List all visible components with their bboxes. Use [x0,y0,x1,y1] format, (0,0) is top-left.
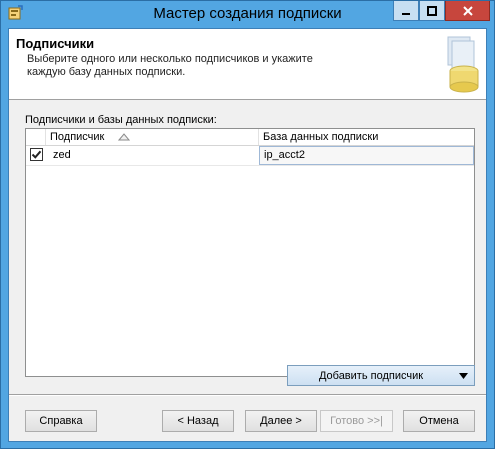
title-bar[interactable]: Мастер создания подписки [1,1,494,27]
page-description: Выберите одного или несколько подписчико… [27,53,313,78]
next-button[interactable]: Далее > [245,410,317,432]
maximize-icon [427,5,437,16]
checkmark-icon [31,150,42,159]
minimize-button[interactable] [393,1,419,21]
column-header-database-label: База данных подписки [263,131,379,143]
footer-divider [9,394,486,396]
wizard-header: Подписчики Выберите одного или несколько… [9,29,486,100]
column-header-subscriber-label: Подписчик [50,131,105,143]
page-title: Подписчики [16,36,95,51]
add-subscriber-label: Добавить подписчик [318,370,424,382]
grid-header: Подписчик База данных подписки [26,129,474,146]
database-cell[interactable]: ip_acct2 [259,146,474,165]
wizard-window: Мастер создания подписки Подписчики Выбе… [0,0,495,449]
minimize-icon [402,12,410,15]
maximize-button[interactable] [419,1,445,21]
column-header-check[interactable] [26,129,46,145]
cancel-button[interactable]: Отмена [403,410,475,432]
wizard-body: Подписчики Выберите одного или несколько… [8,28,487,442]
help-button[interactable]: Справка [25,410,97,432]
close-button[interactable] [445,1,490,21]
table-row[interactable]: zed ip_acct2 [26,146,474,166]
subscribers-grid[interactable]: Подписчик База данных подписки zed ip_ac… [25,128,475,377]
subscriber-checkbox[interactable] [30,148,43,161]
sort-ascending-icon [118,133,130,141]
column-header-subscriber[interactable]: Подписчик [46,129,259,145]
finish-button[interactable]: Готово >>| [320,410,393,432]
add-subscriber-button[interactable]: Добавить подписчик [287,365,475,386]
chevron-down-icon[interactable] [459,373,468,379]
subscribers-label: Подписчики и базы данных подписки: [25,114,217,126]
close-icon [462,5,473,16]
back-button[interactable]: < Назад [162,410,234,432]
subscriber-cell: zed [53,149,71,161]
database-subscription-icon [447,36,479,93]
database-cell-value: ip_acct2 [264,149,305,161]
column-header-database[interactable]: База данных подписки [259,129,474,145]
